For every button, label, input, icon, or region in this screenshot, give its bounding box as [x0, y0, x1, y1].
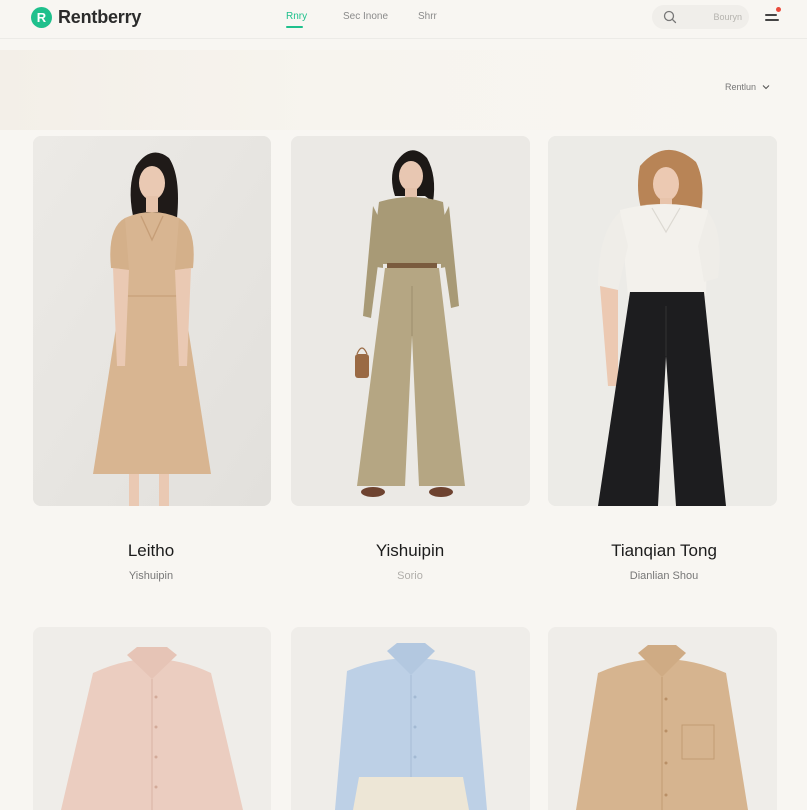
product-image[interactable]: [291, 627, 530, 810]
product-subtitle: Yishuipin: [128, 570, 174, 582]
product-subtitle: Sorio: [397, 570, 423, 582]
chevron-down-icon: [762, 83, 770, 91]
nav-item-label: Shrr: [418, 11, 437, 22]
search-input[interactable]: [682, 7, 742, 27]
menu-button[interactable]: [763, 6, 783, 26]
nav-item-label: Rnry: [286, 11, 308, 22]
product-image[interactable]: [291, 136, 530, 506]
nav-item-label: Sec Inone: [343, 11, 389, 22]
sort-label: Rentlun: [725, 82, 757, 92]
brand-logo-mark: R: [31, 7, 52, 28]
product-title[interactable]: Yishuipin: [290, 541, 530, 561]
brand-name: Rentberry: [58, 7, 142, 27]
nav-active-indicator: [286, 26, 303, 28]
sort-dropdown[interactable]: Rentlun: [725, 82, 770, 92]
notification-dot: [776, 7, 781, 12]
top-header: R Rentberry Rnry Sec Inone Shrr: [0, 0, 807, 39]
nav-item-2[interactable]: Sec Inone: [343, 11, 388, 22]
product-title[interactable]: Tianqian Tong: [544, 541, 784, 561]
search-bar[interactable]: [652, 5, 749, 29]
product-subtitle: Dianlian Shou: [629, 570, 699, 582]
product-image[interactable]: [33, 136, 271, 506]
search-icon[interactable]: [662, 9, 678, 25]
product-image[interactable]: [33, 627, 271, 810]
brand-logo[interactable]: R Rentberry: [31, 7, 141, 28]
product-image[interactable]: [548, 136, 777, 506]
product-title[interactable]: Leitho: [31, 541, 271, 561]
nav-item-3[interactable]: Shrr: [418, 11, 437, 22]
product-image[interactable]: [548, 627, 777, 810]
hero-banner: [0, 50, 807, 130]
nav-item-1[interactable]: Rnry: [286, 11, 308, 28]
